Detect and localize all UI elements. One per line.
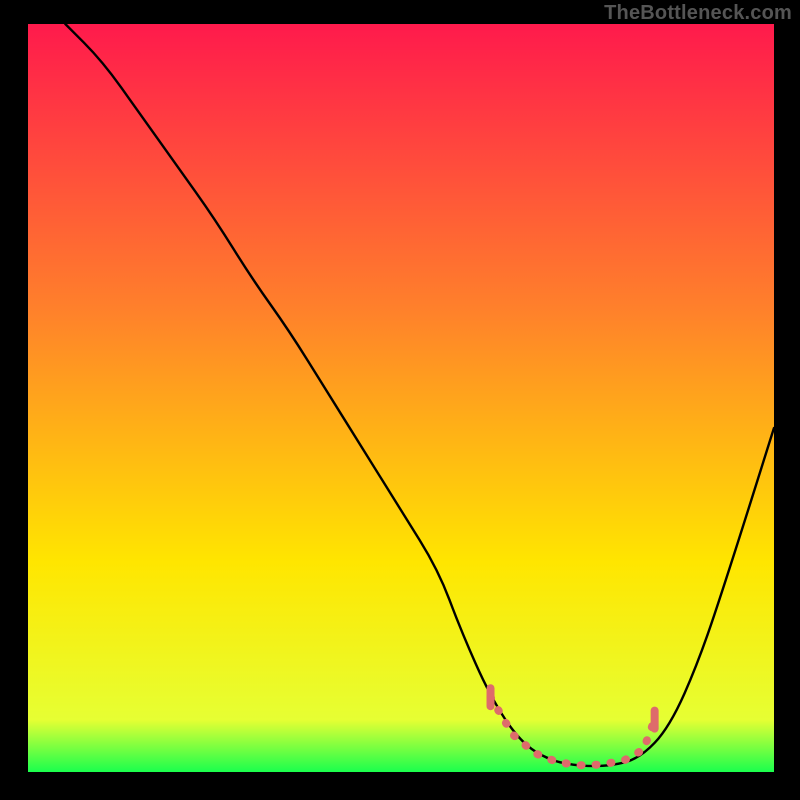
plot-background [28, 24, 774, 772]
watermark-text: TheBottleneck.com [604, 2, 792, 25]
figure: { "watermark": "TheBottleneck.com", "cha… [0, 0, 800, 800]
plot-svg [0, 0, 800, 800]
